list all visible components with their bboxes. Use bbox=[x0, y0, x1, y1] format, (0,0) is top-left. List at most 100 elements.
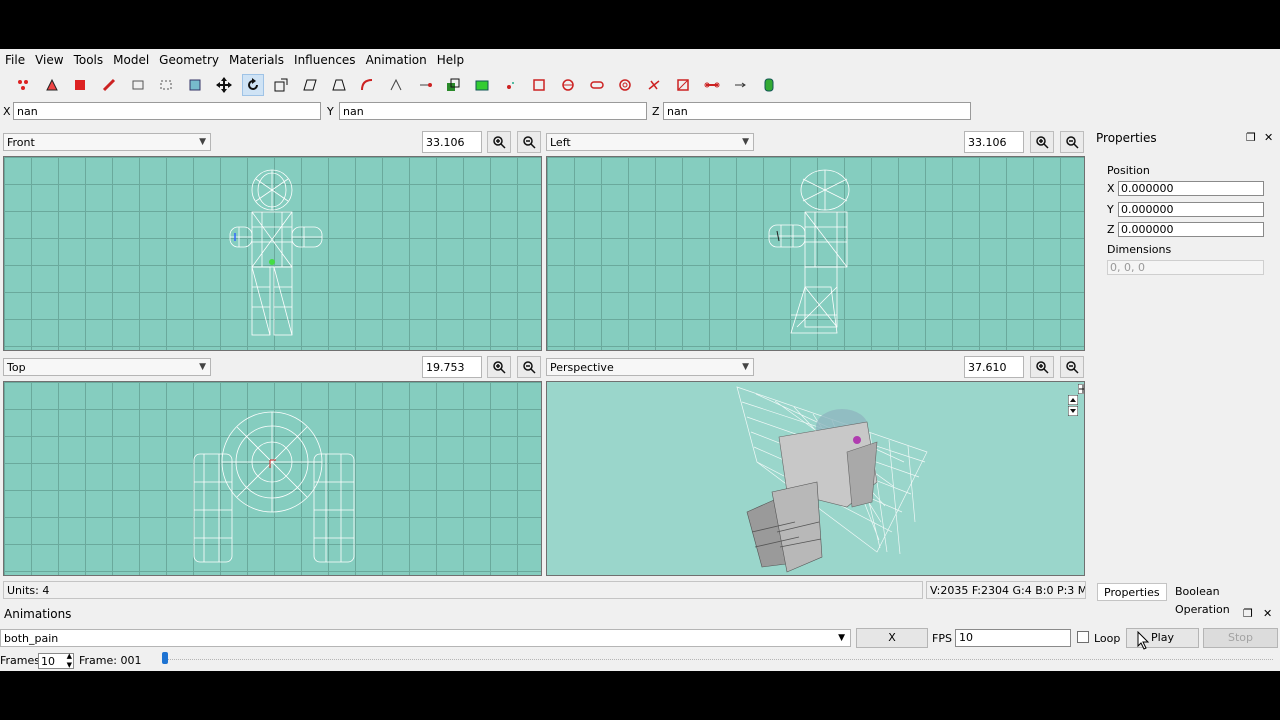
tab-properties[interactable]: Properties bbox=[1097, 583, 1167, 601]
menu-tools[interactable]: Tools bbox=[69, 53, 109, 67]
perspective-zoom-in-button[interactable] bbox=[1030, 356, 1054, 378]
frame-slider-handle[interactable] bbox=[162, 652, 168, 664]
menu-materials[interactable]: Materials bbox=[224, 53, 289, 67]
menu-help[interactable]: Help bbox=[432, 53, 469, 67]
menu-model[interactable]: Model bbox=[108, 53, 154, 67]
front-wireframe-model bbox=[229, 169, 323, 336]
stop-button[interactable]: Stop bbox=[1203, 628, 1278, 648]
prop-y-input[interactable]: 0.000000 bbox=[1118, 202, 1264, 217]
top-wireframe-model bbox=[193, 411, 355, 563]
select-vertices-icon[interactable] bbox=[12, 74, 34, 96]
perspective-viewport[interactable] bbox=[546, 381, 1085, 576]
left-zoom-out-button[interactable] bbox=[1060, 131, 1084, 153]
add-point-icon[interactable] bbox=[729, 74, 751, 96]
top-zoom-in-button[interactable] bbox=[487, 356, 511, 378]
front-view-label: Front bbox=[7, 136, 35, 149]
zoom-in-icon bbox=[1036, 361, 1049, 374]
add-ellipsoid-icon[interactable] bbox=[557, 74, 579, 96]
prop-x-input[interactable]: 0.000000 bbox=[1118, 181, 1264, 196]
front-zoom-value[interactable]: 33.106 bbox=[422, 131, 482, 153]
zoom-in-icon bbox=[1036, 136, 1049, 149]
top-zoom-out-button[interactable] bbox=[517, 356, 541, 378]
perspective-3d-model bbox=[736, 386, 928, 573]
coord-z-input[interactable]: nan bbox=[663, 102, 971, 120]
animation-select-value: both_pain bbox=[4, 632, 59, 645]
close-panel-icon[interactable]: ✕ bbox=[1263, 607, 1272, 620]
shear-icon[interactable] bbox=[299, 74, 321, 96]
left-viewport[interactable] bbox=[546, 156, 1085, 351]
menu-geometry[interactable]: Geometry bbox=[154, 53, 224, 67]
select-bones-icon[interactable] bbox=[98, 74, 120, 96]
chevron-down-icon: ▼ bbox=[199, 362, 206, 372]
select-groups-icon[interactable] bbox=[69, 74, 91, 96]
left-view-select[interactable]: Left ▼ bbox=[546, 133, 754, 151]
front-viewport[interactable] bbox=[3, 156, 542, 351]
zoom-out-icon bbox=[523, 361, 536, 374]
coord-y-input[interactable]: nan bbox=[339, 102, 647, 120]
prop-z-label: Z bbox=[1107, 223, 1115, 236]
coord-z-label: Z bbox=[652, 105, 660, 118]
perspective-zoom-value[interactable]: 37.610 bbox=[964, 356, 1024, 378]
front-zoom-in-button[interactable] bbox=[487, 131, 511, 153]
frame-slider-track[interactable] bbox=[163, 659, 1273, 662]
add-projection-icon[interactable] bbox=[672, 74, 694, 96]
add-face-icon[interactable] bbox=[500, 74, 522, 96]
scale-icon[interactable] bbox=[270, 74, 292, 96]
rotate-icon[interactable] bbox=[241, 74, 264, 96]
mouse-cursor-icon bbox=[1137, 631, 1150, 650]
left-zoom-value[interactable]: 33.106 bbox=[964, 131, 1024, 153]
coord-y-label: Y bbox=[327, 105, 334, 118]
menu-view[interactable]: View bbox=[30, 53, 68, 67]
menu-influences[interactable]: Influences bbox=[289, 53, 361, 67]
add-cube-icon[interactable] bbox=[528, 74, 550, 96]
frames-spinbox[interactable]: 10 ▲ ▼ bbox=[38, 652, 74, 670]
select-projections-icon[interactable] bbox=[155, 74, 177, 96]
properties-title: Properties bbox=[1096, 131, 1157, 145]
taper-icon[interactable] bbox=[328, 74, 350, 96]
animation-select[interactable]: both_pain ▼ bbox=[0, 629, 851, 647]
select-points-icon[interactable] bbox=[127, 74, 149, 96]
arrow-down-icon[interactable] bbox=[1068, 406, 1078, 416]
arrow-up-icon[interactable] bbox=[1068, 395, 1078, 405]
move-icon[interactable] bbox=[213, 74, 235, 96]
zoom-out-icon bbox=[523, 136, 536, 149]
simplify-icon[interactable] bbox=[414, 74, 436, 96]
menu-file[interactable]: File bbox=[0, 53, 30, 67]
left-zoom-in-button[interactable] bbox=[1030, 131, 1054, 153]
left-wireframe-model bbox=[768, 169, 850, 334]
zoom-out-icon bbox=[1066, 361, 1079, 374]
loop-checkbox[interactable] bbox=[1077, 631, 1089, 643]
add-torus-icon[interactable] bbox=[614, 74, 636, 96]
delete-animation-button[interactable]: X bbox=[856, 628, 928, 648]
front-zoom-out-button[interactable] bbox=[517, 131, 541, 153]
bend-icon[interactable] bbox=[356, 74, 378, 96]
perspective-view-label: Perspective bbox=[550, 361, 614, 374]
top-zoom-value[interactable]: 19.753 bbox=[422, 356, 482, 378]
top-view-select[interactable]: Top ▼ bbox=[3, 358, 211, 376]
spin-arrows-icon[interactable]: ▲ ▼ bbox=[67, 652, 72, 670]
top-viewport[interactable] bbox=[3, 381, 542, 576]
prop-z-input[interactable]: 0.000000 bbox=[1118, 222, 1264, 237]
float-panel-icon[interactable]: ❐ bbox=[1243, 607, 1253, 620]
background-icon[interactable] bbox=[758, 74, 780, 96]
move-view-icon[interactable] bbox=[1078, 384, 1085, 394]
menu-animation[interactable]: Animation bbox=[361, 53, 432, 67]
position-label: Position bbox=[1107, 164, 1150, 177]
add-bone-icon[interactable] bbox=[701, 74, 723, 96]
float-panel-icon[interactable]: ❐ bbox=[1246, 131, 1256, 144]
extrude-icon[interactable] bbox=[442, 74, 464, 96]
model-stats-readout: V:2035 F:2304 G:4 B:0 P:3 M:2 bbox=[926, 581, 1086, 599]
perspective-zoom-out-button[interactable] bbox=[1060, 356, 1084, 378]
tab-boolean-operation[interactable]: Boolean Operation bbox=[1169, 583, 1280, 616]
select-connected-icon[interactable] bbox=[184, 74, 206, 96]
add-polygon-icon[interactable] bbox=[643, 74, 665, 96]
coord-x-input[interactable]: nan bbox=[13, 102, 321, 120]
add-vertex-icon[interactable] bbox=[471, 74, 493, 96]
twist-icon[interactable] bbox=[385, 74, 407, 96]
close-panel-icon[interactable]: ✕ bbox=[1264, 131, 1273, 144]
add-cylinder-icon[interactable] bbox=[586, 74, 608, 96]
select-faces-icon[interactable] bbox=[41, 74, 63, 96]
front-view-select[interactable]: Front ▼ bbox=[3, 133, 211, 151]
perspective-view-select[interactable]: Perspective ▼ bbox=[546, 358, 754, 376]
fps-input[interactable]: 10 bbox=[955, 629, 1071, 647]
